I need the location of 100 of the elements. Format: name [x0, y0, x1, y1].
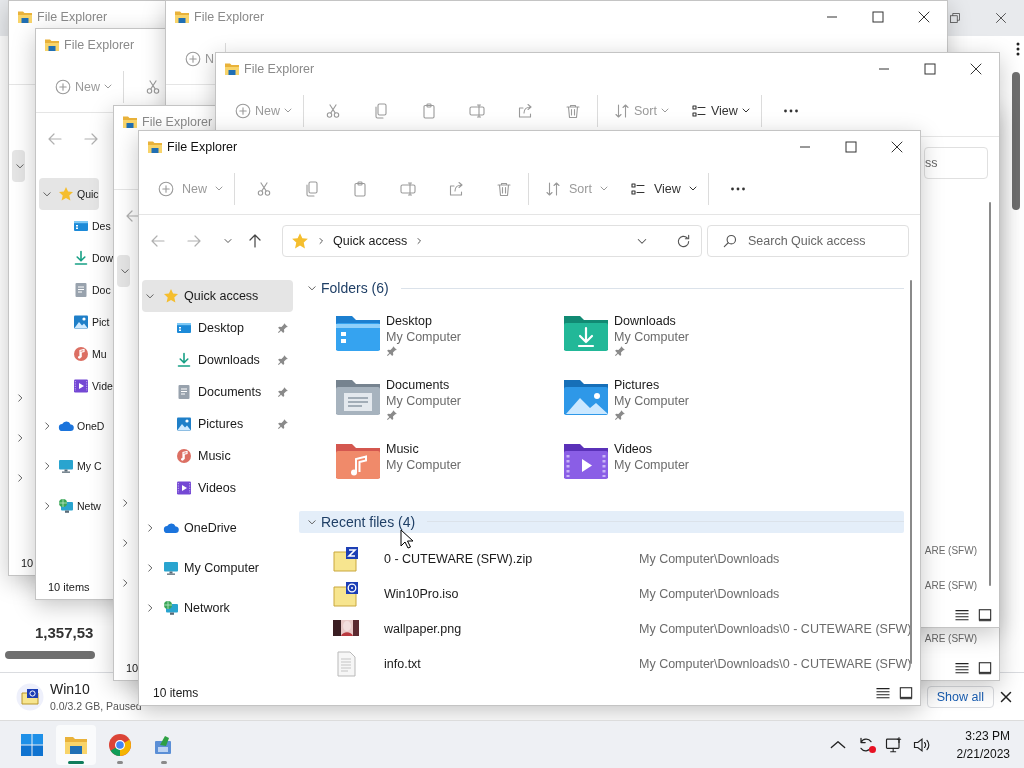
sidebar-item[interactable]: OneDrive — [142, 512, 293, 544]
folder-name[interactable]: Pictures — [614, 376, 690, 393]
folder-location: My Computer — [386, 328, 462, 345]
share-icon — [448, 180, 464, 197]
monitor-icon — [883, 734, 904, 755]
file-path: My Computer\Downloads — [639, 586, 780, 601]
rename-icon — [469, 102, 485, 119]
disc-image-icon — [16, 682, 44, 711]
section-header[interactable]: Folders (6) — [299, 277, 904, 300]
up-arrow-icon — [247, 233, 263, 249]
item-count: 10 — [126, 662, 139, 674]
folder-name[interactable]: Music — [386, 440, 462, 457]
folder-icon — [44, 37, 60, 53]
chevron-right-icon — [317, 237, 325, 245]
file-name[interactable]: wallpaper.png — [384, 621, 639, 636]
show-all-button[interactable]: Show all — [926, 685, 994, 708]
close-button[interactable] — [916, 9, 932, 25]
sidebar-item[interactable]: Pict — [39, 306, 110, 338]
scrollbar[interactable] — [1012, 72, 1020, 210]
copy-icon — [304, 180, 320, 197]
rename-icon — [400, 180, 416, 197]
sidebar-item[interactable]: Pictures — [142, 408, 293, 440]
details-view-icon — [876, 686, 890, 700]
sidebar-item[interactable]: Doc — [39, 274, 111, 306]
sidebar-item[interactable]: OneD — [39, 410, 105, 442]
sidebar-item[interactable]: Music — [142, 440, 293, 472]
folder-name[interactable]: Desktop — [386, 312, 462, 329]
view-button[interactable]: View — [629, 180, 697, 197]
sidebar-item[interactable]: Mu — [39, 338, 107, 370]
scrollbar[interactable] — [989, 202, 991, 586]
sidebar-item[interactable]: Network — [142, 592, 293, 624]
maximize-icon — [922, 61, 938, 77]
sidebar-item[interactable]: My C — [39, 450, 102, 482]
minimize-icon — [879, 68, 889, 70]
sidebar-item[interactable]: Netw — [39, 490, 101, 522]
close-icon — [995, 12, 1007, 24]
star-icon — [291, 232, 309, 250]
file-name[interactable]: 0 - CUTEWARE (SFW).zip — [384, 551, 639, 566]
folder-name[interactable]: Videos — [614, 440, 690, 457]
plus-icon — [185, 50, 201, 67]
scrollbar[interactable] — [910, 280, 912, 664]
section-header[interactable]: Recent files (4) — [299, 510, 904, 533]
tiles-view-icon — [978, 661, 992, 675]
more-button[interactable] — [729, 186, 746, 191]
sidebar-item[interactable]: Quick access — [142, 280, 293, 312]
sidebar-item[interactable]: Dow — [39, 242, 113, 274]
file-explorer-button[interactable] — [56, 724, 96, 765]
download-name[interactable]: Win10 — [50, 681, 142, 697]
maximize-button[interactable] — [843, 139, 859, 155]
search-field[interactable]: Search Quick access — [707, 225, 909, 257]
back-arrow-icon — [150, 233, 166, 249]
close-button[interactable] — [889, 139, 905, 155]
sidebar-item[interactable]: Videos — [142, 472, 293, 504]
scissors-icon — [145, 78, 161, 95]
computer-icon — [163, 560, 179, 576]
page-text: 1,357,53 — [35, 624, 94, 641]
close-icon — [968, 61, 984, 77]
browser-icon — [108, 732, 132, 757]
star-icon — [58, 186, 74, 202]
sidebar-item[interactable]: Desktop — [142, 312, 293, 344]
plus-icon — [55, 78, 71, 95]
address-bar[interactable]: Quick access — [282, 225, 702, 257]
sidebar-item[interactable]: My Computer — [142, 552, 293, 584]
clock[interactable]: 3:23 PM 2/21/2023 — [950, 728, 1016, 761]
cut-button[interactable] — [145, 78, 161, 95]
sidebar-item[interactable]: Downloads — [142, 344, 293, 376]
back-arrow-icon — [125, 208, 141, 224]
details-view-icon — [955, 661, 969, 675]
up-button[interactable] — [247, 233, 263, 249]
close-button[interactable] — [968, 61, 984, 77]
window-title: File Explorer — [244, 62, 315, 76]
view-icon — [629, 180, 646, 197]
breadcrumb[interactable]: Quick access — [333, 234, 408, 248]
folder-location: My Computer — [386, 456, 462, 473]
sidebar-item[interactable]: Vide — [39, 370, 113, 402]
search-field[interactable]: ss — [924, 147, 988, 179]
download-icon — [73, 250, 89, 266]
maximize-button[interactable] — [870, 9, 886, 25]
file-name[interactable]: Win10Pro.iso — [384, 586, 639, 601]
folder-location: My Computer — [386, 392, 462, 409]
scrollbar[interactable] — [5, 651, 95, 659]
scissors-icon — [325, 102, 341, 119]
forward-arrow-icon — [83, 131, 99, 147]
file-path: ARE (SFW) — [924, 633, 977, 644]
share-icon — [517, 102, 533, 119]
sidebar-item[interactable]: Documents — [142, 376, 293, 408]
sidebar-item[interactable]: Quic — [39, 178, 99, 210]
window-title: File Explorer — [64, 38, 135, 52]
sidebar-item[interactable]: Des — [39, 210, 111, 242]
cloud-icon — [58, 418, 74, 434]
copy-icon — [373, 102, 389, 119]
view-button[interactable]: View — [690, 102, 750, 119]
maximize-button[interactable] — [922, 61, 938, 77]
more-button[interactable] — [782, 108, 799, 113]
maximize-icon — [843, 139, 859, 155]
tiles-view-icon — [899, 686, 913, 700]
folder-name[interactable]: Documents — [386, 376, 462, 393]
star-icon — [163, 288, 179, 304]
folder-name[interactable]: Downloads — [614, 312, 690, 329]
file-name[interactable]: info.txt — [384, 656, 639, 671]
